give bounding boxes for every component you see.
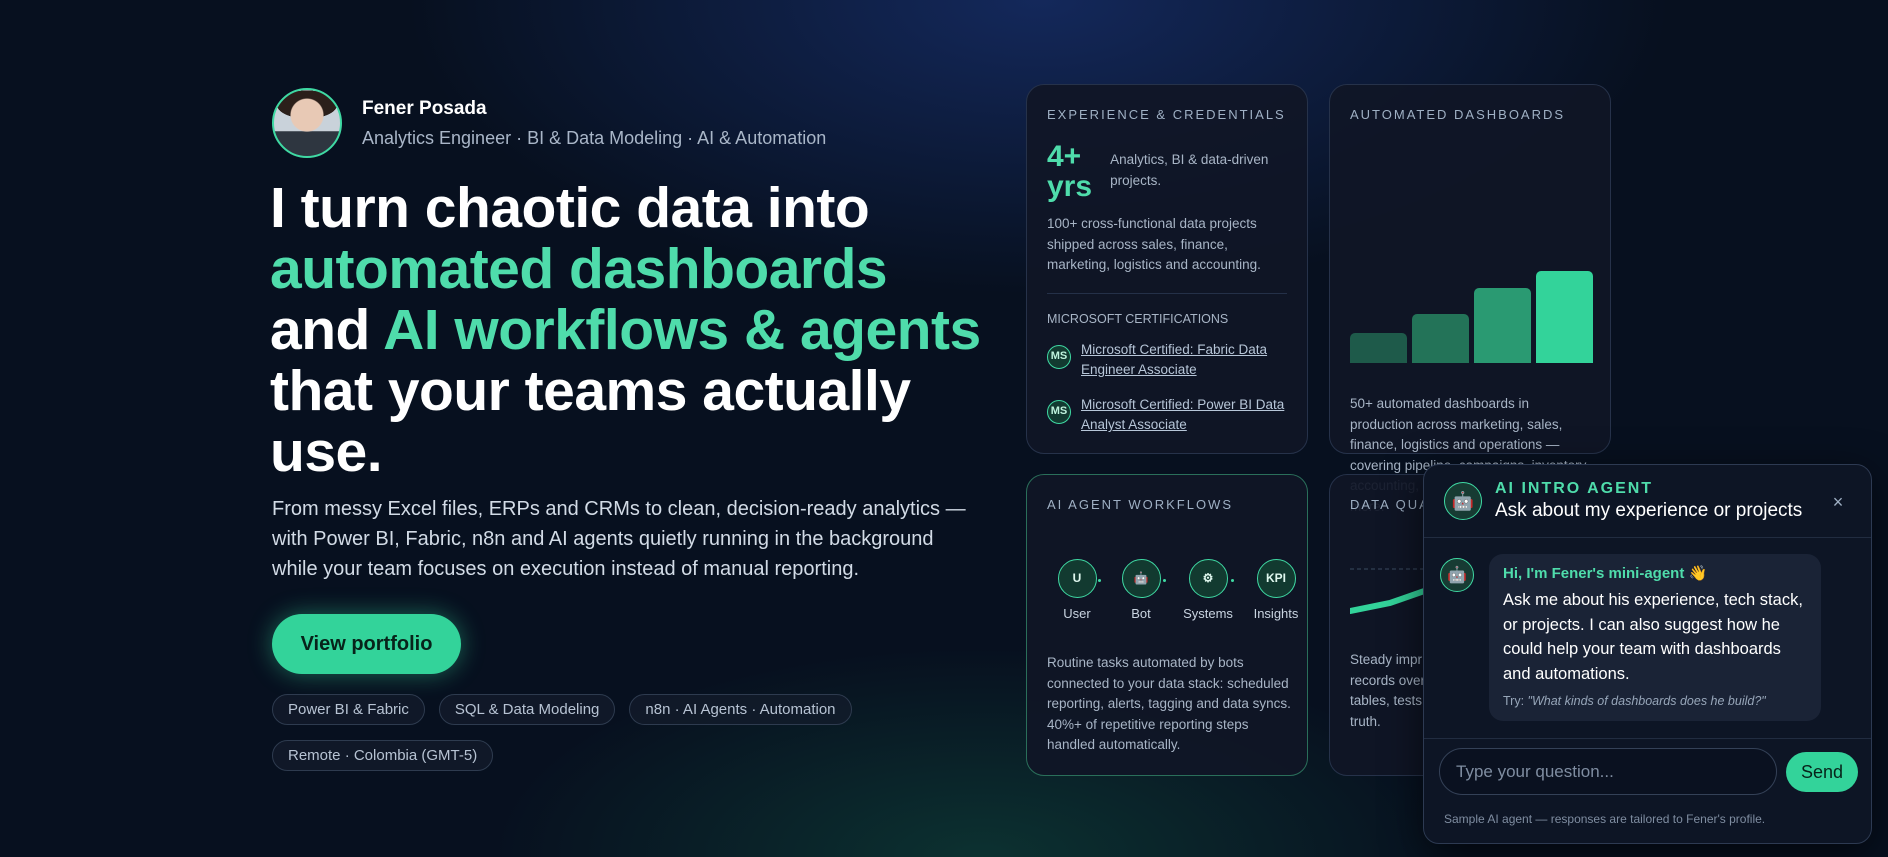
workflow-node-systems: ⚙ Systems bbox=[1178, 559, 1238, 621]
ai-workflows-card: AI Agent Workflows U User 🤖 Bot ⚙ System… bbox=[1026, 474, 1308, 776]
divider bbox=[1047, 292, 1287, 294]
robot-icon: 🤖 bbox=[1440, 558, 1474, 592]
certifications-heading: MICROSOFT CERTIFICATIONS bbox=[1047, 311, 1229, 326]
send-button[interactable]: Send bbox=[1786, 752, 1858, 792]
hero-headline: I turn chaotic data into automated dashb… bbox=[270, 178, 990, 483]
chat-header: 🤖 AI INTRO AGENT Ask about my experience… bbox=[1424, 465, 1871, 538]
dashboard-bar bbox=[1412, 314, 1469, 363]
cert-link-power-bi[interactable]: Microsoft Certified: Power BI Data Analy… bbox=[1081, 395, 1287, 436]
tag-location: Remote · Colombia (GMT-5) bbox=[272, 740, 494, 771]
headline-accent-dashboards: automated dashboards bbox=[270, 237, 888, 301]
dashboard-bar bbox=[1536, 271, 1593, 363]
headline-line1: I turn chaotic data into bbox=[270, 176, 870, 240]
chat-question-input[interactable] bbox=[1439, 748, 1777, 795]
tag-n8n: n8n · AI Agents · Automation bbox=[629, 694, 852, 725]
node-label: Bot bbox=[1131, 606, 1151, 621]
experience-years-desc: Analytics, BI & data-driven projects. bbox=[1110, 152, 1269, 188]
dashboards-card: Automated Dashboards 50+ automated dashb… bbox=[1329, 84, 1611, 514]
chat-input-area: Send bbox=[1424, 738, 1871, 808]
workflow-node-insights: KPI Insights bbox=[1246, 559, 1306, 621]
connector-dot bbox=[1098, 579, 1101, 582]
experience-projects: 100+ cross-functional data projects ship… bbox=[1047, 216, 1261, 272]
ms-badge-icon: MS bbox=[1047, 344, 1071, 369]
dashboard-bar-graphic bbox=[1350, 271, 1593, 363]
robot-icon: 🤖 bbox=[1444, 482, 1482, 520]
dashboard-bar bbox=[1474, 288, 1531, 363]
dashboards-card-title: Automated Dashboards bbox=[1350, 107, 1566, 122]
ms-badge-icon: MS bbox=[1047, 399, 1071, 424]
chat-disclaimer: Sample AI agent — responses are tailored… bbox=[1444, 812, 1766, 826]
headline-and: and bbox=[270, 298, 384, 362]
ai-workflows-card-title: AI Agent Workflows bbox=[1047, 497, 1234, 512]
suggestion-text: Try: "What kinds of dashboards does he b… bbox=[1503, 694, 1766, 708]
message-text: Ask me about his experience, tech stack,… bbox=[1503, 591, 1803, 683]
experience-card-title: Experience & Credentials bbox=[1047, 107, 1286, 122]
chat-title: Ask about my experience or projects bbox=[1495, 500, 1803, 521]
workflow-node-bot: 🤖 Bot bbox=[1111, 559, 1171, 621]
workflow-diagram: U User 🤖 Bot ⚙ Systems KPI Insights bbox=[1047, 559, 1298, 629]
node-label: Systems bbox=[1183, 606, 1233, 621]
view-portfolio-button[interactable]: View portfolio bbox=[272, 614, 461, 674]
ai-chat-widget: 🤖 AI INTRO AGENT Ask about my experience… bbox=[1423, 464, 1872, 844]
certification-item: MS Microsoft Certified: Fabric Data Engi… bbox=[1047, 340, 1287, 381]
avatar bbox=[272, 88, 342, 158]
skill-tags: Power BI & Fabric SQL & Data Modeling n8… bbox=[272, 694, 892, 771]
node-label: User bbox=[1063, 606, 1091, 621]
user-icon: U bbox=[1057, 559, 1097, 598]
experience-card: Experience & Credentials 4+ yrs Analytic… bbox=[1026, 84, 1308, 454]
profile-role: Analytics Engineer · BI & Data Modeling … bbox=[362, 127, 827, 148]
headline-line4: that your teams actually use. bbox=[270, 359, 911, 484]
headline-accent-ai: AI workflows & agents bbox=[383, 298, 981, 362]
message-bubble: Hi, I'm Fener's mini-agent 👋 Ask me abou… bbox=[1489, 554, 1821, 721]
gear-icon: ⚙ bbox=[1188, 559, 1228, 598]
kpi-icon: KPI bbox=[1256, 559, 1296, 598]
workflow-node-user: U User bbox=[1047, 559, 1107, 621]
cert-link-fabric[interactable]: Microsoft Certified: Fabric Data Enginee… bbox=[1081, 340, 1287, 381]
connector-dot bbox=[1231, 579, 1234, 582]
tag-power-bi: Power BI & Fabric bbox=[272, 694, 425, 725]
chat-message: 🤖 Hi, I'm Fener's mini-agent 👋 Ask me ab… bbox=[1424, 538, 1871, 721]
connector-dot bbox=[1163, 579, 1166, 582]
close-icon[interactable]: × bbox=[1827, 491, 1849, 513]
bot-icon: 🤖 bbox=[1121, 559, 1161, 598]
dashboard-bar bbox=[1350, 333, 1407, 363]
ai-workflows-description: Routine tasks automated by bots connecte… bbox=[1047, 655, 1291, 752]
chat-agent-label: AI INTRO AGENT bbox=[1495, 480, 1654, 497]
hero-description: From messy Excel files, ERPs and CRMs to… bbox=[272, 498, 966, 580]
certification-item: MS Microsoft Certified: Power BI Data An… bbox=[1047, 395, 1287, 436]
tag-sql: SQL & Data Modeling bbox=[438, 694, 616, 725]
greeting-text: Hi, I'm Fener's mini-agent 👋 bbox=[1503, 565, 1708, 582]
experience-years: 4+ yrs bbox=[1047, 140, 1093, 203]
node-label: Insights bbox=[1253, 606, 1299, 621]
profile-header: Fener Posada Analytics Engineer · BI & D… bbox=[272, 88, 826, 158]
profile-name: Fener Posada bbox=[362, 97, 487, 119]
